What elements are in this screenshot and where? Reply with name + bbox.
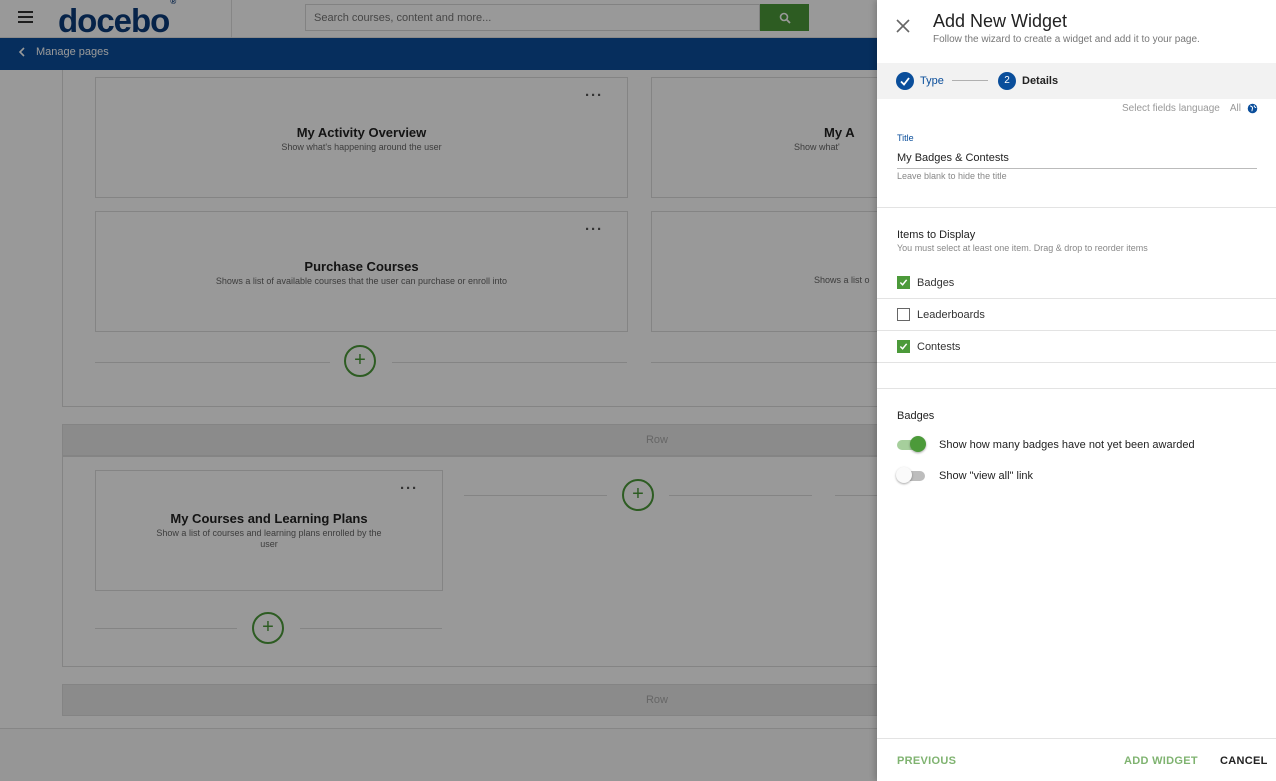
toggle-label: Show "view all" link [939, 470, 1034, 482]
toggle-unawarded-badges: Show how many badges have not yet been a… [897, 436, 1195, 452]
item-label: Badges [917, 276, 955, 289]
step-number: 2 [998, 72, 1016, 90]
check-icon [899, 343, 908, 350]
item-label: Leaderboards [917, 308, 985, 321]
checkbox-unchecked[interactable] [897, 308, 910, 321]
globe-icon[interactable] [1247, 103, 1258, 114]
cancel-button[interactable]: CANCEL [1220, 755, 1268, 767]
panel-footer: PREVIOUS ADD WIDGET CANCEL [877, 738, 1276, 781]
badges-section-title: Badges [897, 410, 935, 422]
items-section-hint: You must select at least one item. Drag … [897, 243, 1148, 253]
step-connector [952, 80, 988, 81]
step-label: Details [1022, 75, 1059, 87]
step-label: Type [920, 75, 944, 87]
check-icon [896, 72, 914, 90]
close-button[interactable] [895, 18, 915, 38]
panel-title: Add New Widget [933, 11, 1068, 31]
close-icon [896, 19, 910, 33]
section-divider [877, 388, 1276, 389]
toggle-view-all-link: Show "view all" link [896, 467, 1034, 483]
language-label: Select fields language [1122, 103, 1220, 114]
panel-subtitle: Follow the wizard to create a widget and… [933, 34, 1200, 45]
add-widget-button[interactable]: ADD WIDGET [1124, 755, 1198, 767]
title-input[interactable] [897, 148, 1257, 169]
previous-button[interactable]: PREVIOUS [897, 755, 956, 767]
checkbox-checked[interactable] [897, 340, 910, 353]
check-icon [899, 279, 908, 286]
wizard-stepper: Type 2 Details [877, 63, 1276, 99]
step-type[interactable]: Type [896, 72, 944, 90]
toggle-label: Show how many badges have not yet been a… [939, 439, 1195, 451]
language-value[interactable]: All [1230, 103, 1241, 114]
language-selector[interactable]: Select fields language All [1122, 103, 1258, 114]
items-section-title: Items to Display [897, 229, 976, 241]
toggle-switch-on[interactable] [897, 436, 926, 452]
title-field-hint: Leave blank to hide the title [897, 171, 1007, 181]
item-label: Contests [917, 340, 961, 353]
add-widget-panel: Add New Widget Follow the wizard to crea… [877, 0, 1276, 781]
item-leaderboards[interactable]: Leaderboards [877, 299, 1276, 331]
section-divider [877, 207, 1276, 208]
checkbox-checked[interactable] [897, 276, 910, 289]
item-contests[interactable]: Contests [877, 331, 1276, 363]
title-field-label: Title [897, 133, 914, 143]
step-details[interactable]: 2 Details [998, 72, 1058, 90]
item-badges[interactable]: Badges [877, 267, 1276, 299]
toggle-switch-off[interactable] [896, 467, 925, 483]
